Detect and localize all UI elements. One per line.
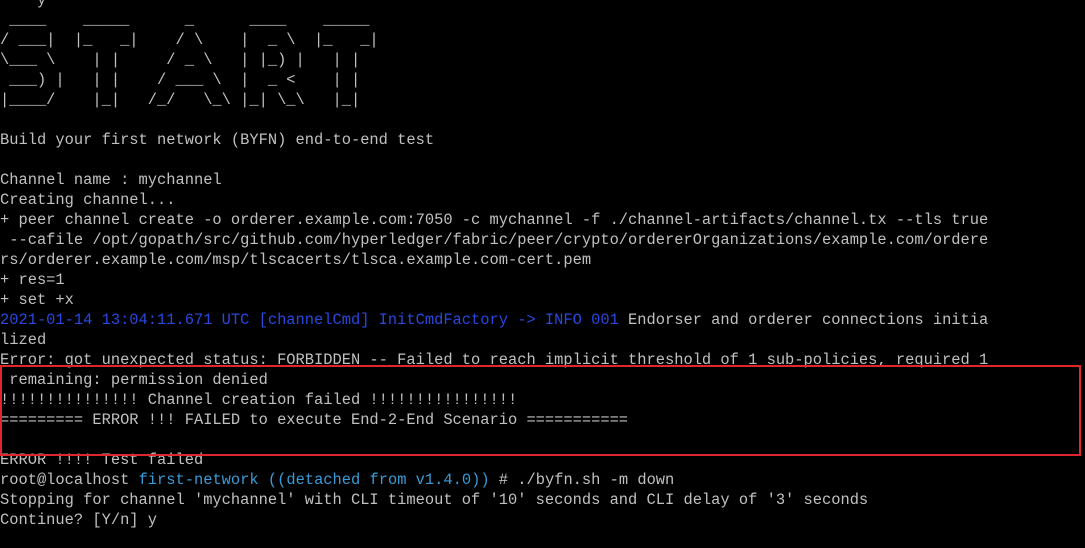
- prompt-user: root@localhost: [0, 471, 130, 489]
- res-line: + res=1: [0, 271, 65, 289]
- terminal-output[interactable]: y ____ _____ _ ____ _____ / ___| |_ _| /…: [0, 0, 1085, 530]
- stopping-line: Stopping for channel 'mychannel' with CL…: [0, 491, 869, 509]
- shell-prompt-line: root@localhost first-network ((detached …: [0, 470, 1085, 490]
- scenario-fail-line: ========= ERROR !!! FAILED to execute En…: [0, 411, 629, 429]
- creating-channel-line: Creating channel...: [0, 191, 176, 209]
- error-line: Error: got unexpected status: FORBIDDEN …: [0, 351, 989, 369]
- banner-line: |____/ |_| /_/ \_\ |_| \_\ |_|: [0, 91, 361, 109]
- prompt-branch: ((detached from v1.4.0)): [267, 471, 490, 489]
- channel-fail-line: !!!!!!!!!!!!!!! Channel creation failed …: [0, 391, 518, 409]
- command-line: rs/orderer.example.com/msp/tlscacerts/tl…: [0, 251, 592, 269]
- continue-prompt-line[interactable]: Continue? [Y/n] y: [0, 510, 1085, 530]
- banner-line: ___) | | | / ___ \ | _ < | |: [0, 71, 361, 89]
- set-x-line: + set +x: [0, 291, 74, 309]
- error-block: Error: got unexpected status: FORBIDDEN …: [0, 350, 1085, 430]
- log-line: 2021-01-14 13:04:11.671 UTC [channelCmd]…: [0, 310, 1085, 330]
- error-line: remaining: permission denied: [0, 371, 268, 389]
- command-line: + peer channel create -o orderer.example…: [0, 211, 989, 229]
- start-banner: ____ _____ _ ____ _____ / ___| |_ _| / \…: [0, 10, 1085, 110]
- terminal-line: y: [0, 0, 47, 9]
- banner-line: ____ _____ _ ____ _____: [0, 11, 370, 29]
- prompt-command: # ./byfn.sh -m down: [489, 471, 675, 489]
- log-line-continued: lized: [0, 331, 47, 349]
- subtitle-line: Build your first network (BYFN) end-to-e…: [0, 131, 435, 149]
- log-prefix: 2021-01-14 13:04:11.671 UTC [channelCmd]…: [0, 311, 619, 329]
- banner-line: / ___| |_ _| / \ | _ \ |_ _|: [0, 31, 379, 49]
- log-message: Endorser and orderer connections initia: [618, 311, 989, 329]
- channel-name-line: Channel name : mychannel: [0, 171, 222, 189]
- banner-line: \___ \ | | / _ \ | |_) | | |: [0, 51, 361, 69]
- command-line: --cafile /opt/gopath/src/github.com/hype…: [0, 231, 989, 249]
- prompt-directory: first-network: [138, 471, 259, 489]
- test-failed-line: ERROR !!!! Test failed: [0, 451, 204, 469]
